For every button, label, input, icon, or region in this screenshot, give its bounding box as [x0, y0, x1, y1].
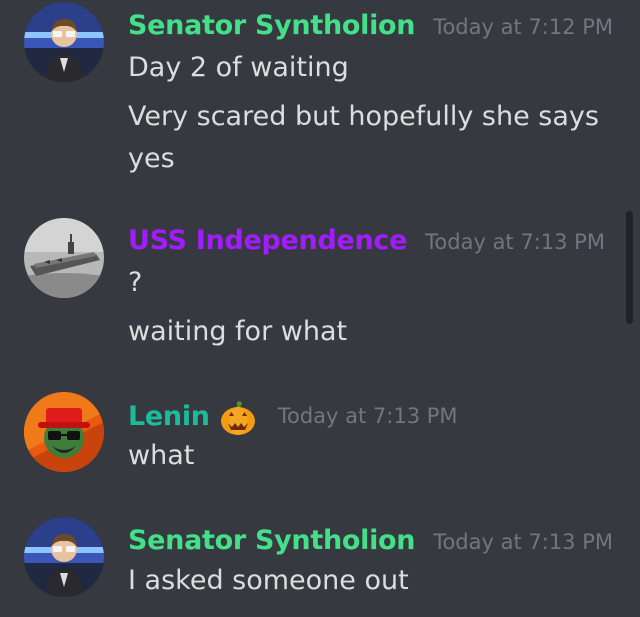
message-text: I asked someone out — [128, 565, 409, 596]
message-text: Day 2 of waiting — [128, 52, 349, 83]
avatar-senator-syntholion[interactable] — [24, 2, 104, 82]
message-header: Senator Syntholion Today at 7:13 PM — [128, 525, 613, 556]
message-text: Very scared but hopefully she says — [128, 101, 599, 132]
username[interactable]: USS Independence — [128, 225, 407, 256]
message-group: Lenin Today at 7:13 PM what — [0, 392, 620, 492]
message-text: waiting for what — [128, 316, 348, 347]
timestamp[interactable]: Today at 7:13 PM — [433, 530, 613, 554]
timestamp[interactable]: Today at 7:13 PM — [425, 230, 605, 254]
avatar-image — [24, 218, 104, 298]
timestamp[interactable]: Today at 7:13 PM — [278, 404, 458, 428]
jack-o-lantern-icon — [218, 398, 258, 438]
username[interactable]: Senator Syntholion — [128, 10, 416, 41]
avatar-uss-independence[interactable] — [24, 218, 104, 298]
message-text: ? — [128, 267, 143, 298]
timestamp[interactable]: Today at 7:12 PM — [433, 15, 613, 39]
avatar-image — [24, 517, 104, 597]
message-text: yes — [128, 143, 175, 174]
avatar-senator-syntholion[interactable] — [24, 517, 104, 597]
message-header: Senator Syntholion Today at 7:12 PM — [128, 10, 613, 41]
message-text: what — [128, 440, 195, 471]
avatar-image — [24, 2, 104, 82]
message-group: USS Independence Today at 7:13 PM ? wait… — [0, 215, 620, 365]
message-group: Senator Syntholion Today at 7:13 PM I as… — [0, 515, 620, 615]
message-header: USS Independence Today at 7:13 PM — [128, 225, 605, 256]
message-header: Lenin Today at 7:13 PM — [128, 396, 458, 436]
message-group: Senator Syntholion Today at 7:12 PM Day … — [0, 0, 620, 200]
scrollbar-thumb[interactable] — [626, 211, 633, 324]
username[interactable]: Lenin — [128, 401, 210, 432]
avatar-image — [24, 392, 104, 472]
chat-message-list: Senator Syntholion Today at 7:12 PM Day … — [0, 0, 640, 617]
avatar-lenin[interactable] — [24, 392, 104, 472]
username[interactable]: Senator Syntholion — [128, 525, 416, 556]
